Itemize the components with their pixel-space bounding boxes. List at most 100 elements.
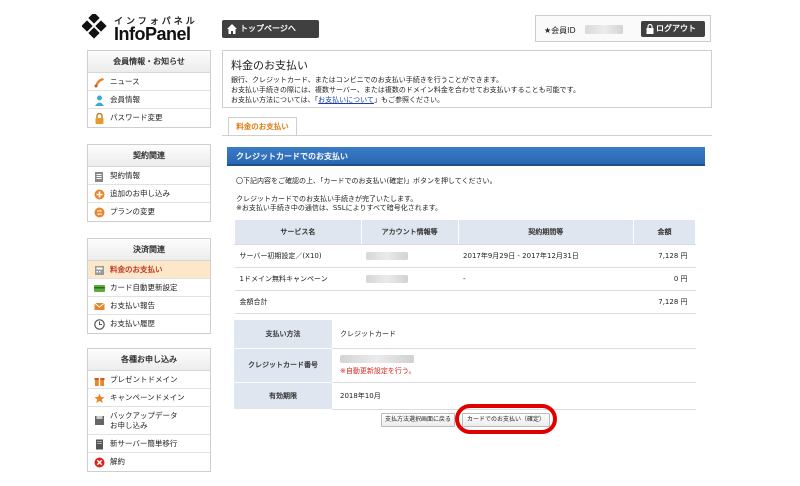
lock-icon	[95, 113, 104, 124]
intro-panel: 料金のお支払い 銀行、クレジットカード、またはコンビニでのお支払い手続きを行うこ…	[222, 50, 712, 108]
sidebar-item-label: カード自動更新設定	[110, 283, 178, 292]
sidebar-section-applications: 各種お申し込み プレゼントドメイン キャンペーンドメイン バックアップデータ お…	[87, 348, 211, 472]
column-header: 契約期間等	[457, 219, 635, 245]
sidebar-item-payment-report[interactable]: お支払い報告	[88, 297, 210, 315]
sidebar-item-member-info[interactable]: 会員情報	[88, 91, 210, 109]
about-payment-link[interactable]: お支払いについて	[318, 96, 374, 104]
member-box: ★会員ID ログアウト	[535, 15, 711, 42]
expiry-label: 有効期限	[234, 382, 332, 410]
sidebar-item-payment-history[interactable]: お支払い履歴	[88, 315, 210, 333]
sidebar-item-backup-data[interactable]: バックアップデータ お申し込み	[88, 407, 210, 435]
sidebar-item-cancellation[interactable]: 解約	[88, 453, 210, 471]
account-info	[361, 267, 459, 291]
column-header: アカウント情報等	[360, 219, 459, 245]
sidebar-item-label: パスワード変更	[110, 113, 163, 122]
card-value: ※自動更新設定を行う。	[332, 348, 696, 383]
table-row: 1ドメイン無料キャンペーン - 0 円	[234, 267, 696, 291]
tab-divider	[222, 135, 712, 136]
sidebar-item-label: 契約情報	[110, 171, 140, 180]
sidebar-section-member: 会員情報・お知らせ ニュース 会員情報 パスワード変更	[87, 50, 211, 128]
page-title: 料金のお支払い	[231, 59, 308, 72]
intro-line: お支払い方法については、「お支払いについて」もご参照ください。	[231, 95, 444, 105]
intro-line-suffix: 」もご参照ください。	[373, 96, 444, 104]
gift-icon	[94, 378, 105, 386]
sidebar-item-contract-info[interactable]: 契約情報	[88, 167, 210, 185]
contract-period: -	[458, 267, 634, 291]
sidebar-item-add-application[interactable]: 追加のお申し込み	[88, 185, 210, 203]
intro-line-prefix: お支払い方法については、「	[231, 96, 319, 104]
sidebar-item-password[interactable]: パスワード変更	[88, 109, 210, 127]
lock-icon	[646, 24, 654, 34]
sidebar-item-campaign-domain[interactable]: キャンペーンドメイン	[88, 389, 210, 407]
sidebar-item-label-line2: お申し込み	[110, 421, 148, 430]
clock-icon	[94, 319, 105, 330]
card-label: クレジットカード番号	[234, 348, 332, 383]
method-label: 支払い方法	[234, 320, 332, 349]
home-icon	[227, 24, 237, 34]
sidebar-item-label: お支払い報告	[110, 301, 155, 310]
intro-line: 銀行、クレジットカード、またはコンビニでのお支払い手続きを行うことができます。	[231, 76, 504, 84]
top-page-button[interactable]: トップページへ	[222, 20, 319, 38]
back-to-method-button[interactable]: 支払方法選択画面に戻る	[381, 413, 455, 427]
sidebar-section-contract: 契約関連 契約情報 追加のお申し込み プランの変更	[87, 144, 211, 222]
sidebar-item-server-migration[interactable]: 新サーバー簡単移行	[88, 435, 210, 453]
sidebar-item-label: キャンペーンドメイン	[110, 393, 185, 402]
highlight-annotation	[455, 404, 557, 434]
amount: 7,128 円	[633, 244, 696, 268]
logo-mark-icon	[82, 14, 107, 39]
service-name: サーバー初期設定／(X10)	[234, 244, 362, 268]
payment-table: 支払い方法 クレジットカード クレジットカード番号 ※自動更新設定を行う。 有効…	[234, 320, 696, 410]
sidebar-item-card-auto-renew[interactable]: カード自動更新設定	[88, 279, 210, 297]
server-icon	[96, 439, 103, 450]
sidebar-section-title: 会員情報・お知らせ	[88, 51, 210, 73]
payment-icon	[95, 266, 104, 275]
sidebar-item-plan-change[interactable]: プランの変更	[88, 203, 210, 221]
account-redacted	[366, 275, 409, 283]
sidebar-item-label: ニュース	[110, 77, 140, 86]
infopanel-logo[interactable]: インフォパネル InfoPanel	[82, 12, 217, 46]
table-header-row: サービス名 アカウント情報等 契約期間等 金額	[234, 219, 696, 245]
sidebar-item-label: 新サーバー簡単移行	[110, 439, 178, 448]
sidebar-item-label: バックアップデータ	[110, 411, 178, 420]
confirm-message: 〇下記内容をご確認の上、「カードでのお支払い(確定)」ボタンを押してください。	[236, 177, 497, 185]
sidebar-item-payment[interactable]: 料金のお支払い	[88, 261, 210, 279]
logout-label: ログアウト	[656, 24, 696, 33]
member-id-label: ★会員ID	[544, 26, 576, 35]
star-icon	[94, 393, 105, 403]
member-icon	[95, 95, 104, 106]
top-page-label: トップページへ	[240, 24, 296, 33]
table-row: 支払い方法 クレジットカード	[234, 320, 696, 349]
intro-line: お支払い手続きの際には、複数サーバー、または複数のドメイン料金を合わせてお支払い…	[231, 86, 580, 94]
report-icon	[94, 302, 105, 310]
add-icon	[94, 189, 105, 200]
column-header: 金額	[633, 219, 696, 245]
sidebar-item-label: お支払い履歴	[110, 319, 155, 328]
service-name: 1ドメイン無料キャンペーン	[234, 267, 362, 291]
card-icon	[94, 285, 105, 292]
sidebar-item-present-domain[interactable]: プレゼントドメイン	[88, 371, 210, 389]
sidebar-item-label: 料金のお支払い	[110, 265, 163, 274]
sidebar-item-news[interactable]: ニュース	[88, 73, 210, 91]
column-header: サービス名	[234, 219, 362, 245]
contract-period: 2017年9月29日 - 2017年12月31日	[458, 244, 634, 268]
total-row: 金額合計 7,128 円	[234, 290, 696, 314]
logout-button[interactable]: ログアウト	[641, 21, 705, 37]
card-number-redacted	[340, 354, 414, 363]
sidebar-item-label: 解約	[110, 457, 125, 466]
news-icon	[94, 78, 104, 88]
sidebar-section-title: 決済関連	[88, 239, 210, 261]
backup-icon	[95, 416, 104, 425]
account-redacted	[366, 252, 409, 260]
logo-name: InfoPanel	[114, 24, 191, 44]
sidebar-section-payment: 決済関連 料金のお支払い カード自動更新設定 お支払い報告 お支払い履歴	[87, 238, 211, 334]
tab-payment[interactable]: 料金のお支払い	[228, 117, 297, 135]
sidebar-item-label: プレゼントドメイン	[110, 375, 178, 384]
sidebar-item-label: 会員情報	[110, 95, 140, 104]
sidebar-item-label: プランの変更	[110, 207, 155, 216]
sidebar-section-title: 各種お申し込み	[88, 349, 210, 371]
account-info	[361, 244, 459, 268]
sidebar-section-title: 契約関連	[88, 145, 210, 167]
total-amount: 7,128 円	[633, 290, 696, 314]
method-value: クレジットカード	[332, 320, 696, 349]
service-table: サービス名 アカウント情報等 契約期間等 金額 サーバー初期設定／(X10) 2…	[234, 219, 696, 314]
